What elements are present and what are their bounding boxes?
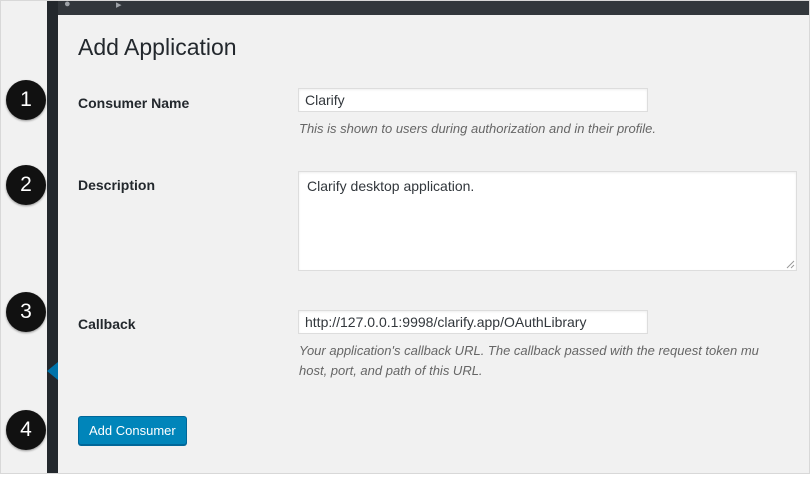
callback-url-input[interactable]: [298, 310, 648, 334]
consumer-name-input[interactable]: [298, 88, 648, 112]
callback-help-line-1: Your application's callback URL. The cal…: [299, 343, 759, 358]
step-badge-4: 4: [6, 410, 46, 450]
admin-bar-chevron-icon: ▸: [116, 0, 122, 11]
page-title: Add Application: [78, 34, 237, 60]
description-label: Description: [78, 177, 156, 193]
callback-help-line-2: host, port, and path of this URL.: [299, 363, 483, 378]
admin-top-bar: ● ▸: [58, 0, 809, 15]
step-badge-1: 1: [6, 80, 46, 120]
callback-label: Callback: [78, 316, 136, 332]
active-menu-pointer-icon: [47, 362, 58, 380]
admin-bar-icon: ●: [64, 0, 71, 10]
resize-grip-icon[interactable]: [786, 260, 795, 269]
consumer-name-help: This is shown to users during authorizat…: [299, 121, 656, 136]
step-badge-3: 3: [6, 292, 46, 332]
step-badge-2: 2: [6, 165, 46, 205]
consumer-name-label: Consumer Name: [78, 95, 190, 111]
add-consumer-button[interactable]: Add Consumer: [78, 416, 187, 445]
description-textarea[interactable]: Clarify desktop application.: [298, 171, 797, 271]
admin-sidebar: [47, 1, 58, 473]
